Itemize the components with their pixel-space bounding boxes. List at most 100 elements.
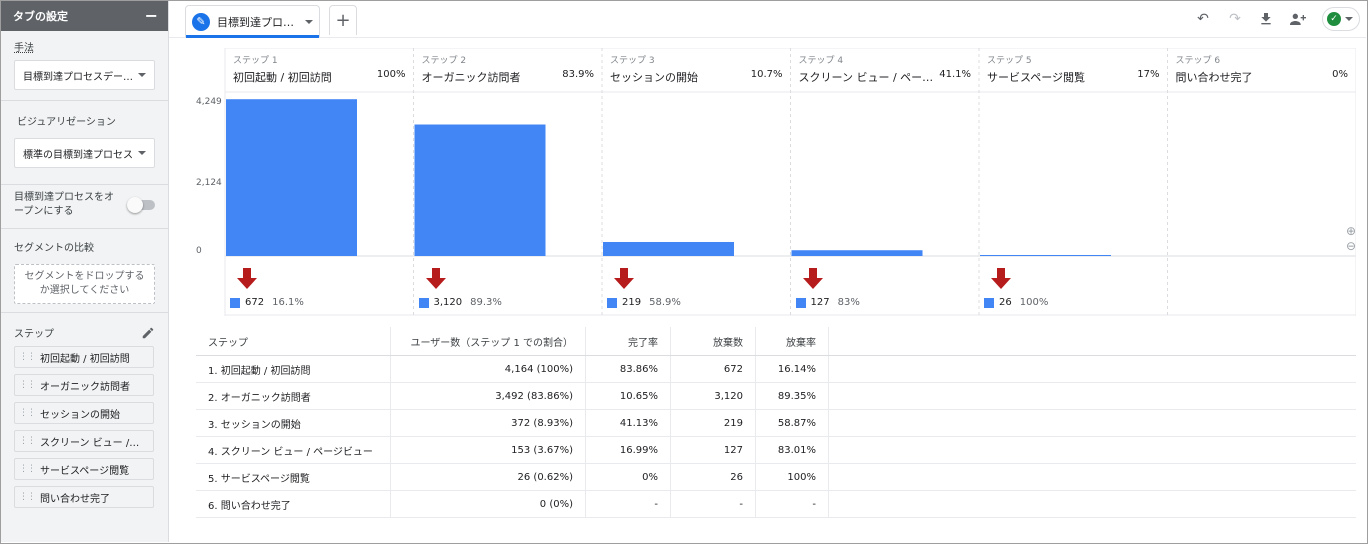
funnel-bar[interactable]	[791, 250, 923, 256]
collapse-panel-button[interactable]: −	[145, 8, 158, 24]
tab-title: 目標到達プロ…	[217, 15, 294, 29]
sidebar-step-chip[interactable]: ⋮⋮ スクリーン ビュー /…	[14, 430, 154, 452]
cell-users: 372 (8.93%)	[390, 409, 586, 437]
cell-step: 2. オーガニック訪問者	[196, 382, 391, 410]
step-name: サービスページ閲覧	[987, 71, 1086, 84]
drag-handle-icon[interactable]: ⋮⋮	[19, 464, 36, 474]
share-user-icon[interactable]	[1288, 11, 1308, 27]
cell-step: 1. 初回起動 / 初回訪問	[196, 355, 391, 383]
sidebar-step-chip[interactable]: ⋮⋮ オーガニック訪問者	[14, 374, 154, 396]
table-row[interactable]: 6. 問い合わせ完了 0 (0%) - - -	[196, 490, 1356, 518]
cell-abandon-rate: 83.01%	[755, 436, 829, 464]
sidebar-step-chip[interactable]: ⋮⋮ 問い合わせ完了	[14, 486, 154, 508]
toolbar: ↶ ↷ ✓	[1194, 7, 1360, 31]
table-row[interactable]: 5. サービスページ閲覧 26 (0.62%) 0% 26 100%	[196, 463, 1356, 491]
cell-completion: 16.99%	[585, 436, 671, 464]
series-swatch	[607, 297, 617, 308]
sidebar-step-chip[interactable]: ⋮⋮ サービスページ閲覧	[14, 458, 154, 480]
dropoff-cell[interactable]: 3,120 89.3%	[414, 266, 603, 316]
sidebar-step-chip[interactable]: ⋮⋮ セッションの開始	[14, 402, 154, 424]
dropoff-arrow-icon	[425, 268, 446, 289]
dropoff-cell[interactable]: 219 58.9%	[602, 266, 791, 316]
visualization-dropdown[interactable]: 標準の目標到達プロセス	[14, 138, 155, 168]
panel-header: タブの設定 −	[1, 1, 168, 31]
drag-handle-icon[interactable]: ⋮⋮	[19, 492, 36, 502]
step-header[interactable]: ステップ 5 サービスページ閲覧 17%	[979, 48, 1168, 92]
dropoff-arrow-icon	[237, 268, 257, 289]
visualization-value: 標準の目標到達プロセス	[23, 149, 133, 161]
cell-abandon-count: 26	[670, 463, 756, 491]
col-header-step[interactable]: ステップ	[196, 327, 391, 356]
table-header-row: ステップ ユーザー数（ステップ 1 での割合） 完了率 放棄数 放棄率	[196, 327, 1356, 356]
technique-dropdown[interactable]: 目標到達プロセスデー…	[14, 60, 155, 90]
funnel-bar[interactable]	[414, 124, 546, 257]
status-check-button[interactable]: ✓	[1322, 7, 1360, 31]
cell-spacer	[828, 355, 1356, 383]
undo-icon[interactable]: ↶	[1194, 11, 1212, 27]
cell-abandon-count: 672	[670, 355, 756, 383]
dropoff-cell[interactable]: 672 16.1%	[225, 266, 414, 316]
tab-funnel[interactable]: ✎ 目標到達プロ…	[185, 5, 320, 38]
dropoff-percent: 89.3%	[470, 297, 502, 308]
dropoff-cell[interactable]: 26 100%	[979, 266, 1168, 316]
drag-handle-icon[interactable]: ⋮⋮	[19, 352, 36, 362]
add-tab-button[interactable]: +	[329, 5, 357, 35]
sidebar-step-chip[interactable]: ⋮⋮ 初回起動 / 初回訪問	[14, 346, 154, 368]
step-header[interactable]: ステップ 4 スクリーン ビュー / ペー… 41.1%	[791, 48, 980, 92]
zoom-in-icon[interactable]: ⊕	[1346, 224, 1356, 238]
cell-users: 3,492 (83.86%)	[390, 382, 586, 410]
cell-completion: 41.13%	[585, 409, 671, 437]
drag-handle-icon[interactable]: ⋮⋮	[19, 436, 36, 446]
panel-title: タブの設定	[13, 10, 68, 23]
funnel-bar[interactable]	[980, 255, 1111, 256]
visualization-section: ビジュアリゼーション 標準の目標到達プロセス	[1, 101, 168, 185]
tab-menu-caret-icon[interactable]	[305, 19, 313, 24]
col-header-abandon-rate[interactable]: 放棄率	[755, 327, 829, 356]
step-name: オーガニック訪問者	[421, 71, 521, 84]
edit-pencil-icon[interactable]	[141, 326, 155, 340]
cell-abandon-rate: 89.35%	[755, 382, 829, 410]
cell-users: 153 (3.67%)	[390, 436, 586, 464]
table-row[interactable]: 4. スクリーン ビュー / ページビュー 153 (3.67%) 16.99% 12…	[196, 436, 1356, 464]
drag-handle-icon[interactable]: ⋮⋮	[19, 380, 36, 390]
step-name: スクリーン ビュー / ペー…	[798, 71, 934, 84]
cell-abandon-rate: -	[755, 490, 829, 518]
active-tab-indicator	[186, 35, 319, 38]
open-funnel-toggle[interactable]	[127, 197, 155, 213]
col-header-abandon-count[interactable]: 放棄数	[670, 327, 756, 356]
zoom-out-icon[interactable]: ⊖	[1346, 239, 1356, 253]
step-chip-label: スクリーン ビュー /…	[40, 437, 140, 449]
dropoff-cell[interactable]: 127 83%	[791, 266, 980, 316]
dropoff-count: 26	[999, 297, 1012, 308]
funnel-bar[interactable]	[226, 99, 357, 257]
pencil-icon: ✎	[192, 12, 210, 31]
step-header[interactable]: ステップ 1 初回起動 / 初回訪問 100%	[225, 48, 414, 92]
step-percent: 41.1%	[939, 69, 971, 80]
chevron-down-icon	[138, 151, 146, 155]
step-number: ステップ 4	[798, 56, 844, 66]
cell-completion: 10.65%	[585, 382, 671, 410]
step-percent: 100%	[376, 69, 406, 80]
col-header-completion[interactable]: 完了率	[585, 327, 671, 356]
cell-spacer	[828, 409, 1356, 437]
segment-drop-zone[interactable]: セグメントをドロップするか選択してください	[14, 264, 155, 304]
col-header-users[interactable]: ユーザー数（ステップ 1 での割合）	[390, 327, 586, 356]
step-header[interactable]: ステップ 3 セッションの開始 10.7%	[602, 48, 791, 92]
step-header[interactable]: ステップ 2 オーガニック訪問者 83.9%	[414, 48, 603, 92]
cell-step: 4. スクリーン ビュー / ページビュー	[196, 436, 391, 464]
step-header[interactable]: ステップ 6 問い合わせ完了 0%	[1168, 48, 1357, 92]
download-icon[interactable]	[1258, 11, 1274, 27]
dropoff-count: 127	[810, 297, 830, 308]
series-swatch	[795, 297, 806, 308]
table-row[interactable]: 2. オーガニック訪問者 3,492 (83.86%) 10.65% 3,120 89.…	[196, 382, 1356, 410]
steps-label: ステップ	[14, 329, 54, 340]
redo-icon[interactable]: ↷	[1226, 11, 1244, 27]
step-chip-label: オーガニック訪問者	[40, 381, 130, 393]
drag-handle-icon[interactable]: ⋮⋮	[19, 408, 36, 418]
step-number: ステップ 6	[1175, 56, 1221, 66]
funnel-bar[interactable]	[603, 241, 734, 256]
y-tick-top: 4,249	[196, 97, 222, 107]
dropoff-count: 672	[245, 297, 265, 308]
table-row[interactable]: 1. 初回起動 / 初回訪問 4,164 (100%) 83.86% 672 16.14…	[196, 355, 1356, 383]
table-row[interactable]: 3. セッションの開始 372 (8.93%) 41.13% 219 58.87%	[196, 409, 1356, 437]
